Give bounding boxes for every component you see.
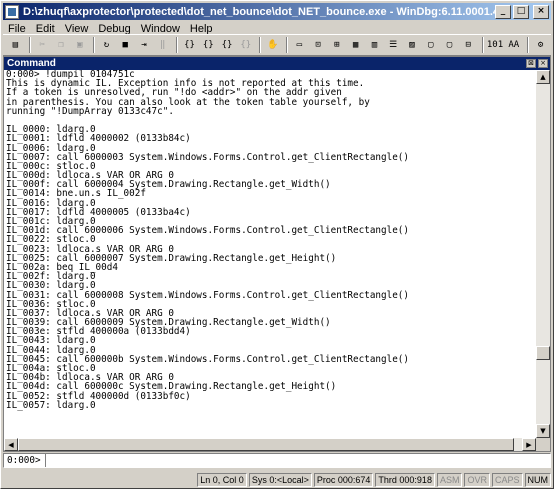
vertical-scroll-thumb[interactable] [536, 346, 550, 360]
toolbar-separator [28, 37, 31, 53]
command-prompt: 0:000> [4, 454, 46, 467]
registers-icon[interactable]: ▦ [347, 36, 364, 54]
font-icon[interactable]: AA [505, 36, 522, 54]
status-proc: Proc 000:674 [313, 473, 374, 487]
horizontal-scrollbar[interactable]: ◀ ▶ [4, 438, 536, 451]
status-ovr: OVR [464, 473, 490, 487]
command-input-row: 0:000> [3, 453, 551, 468]
pane-close-button[interactable]: × [538, 59, 548, 68]
output-line: IL_0057: ldarg.0 [6, 399, 96, 411]
restart-icon[interactable]: ↻ [98, 36, 115, 54]
status-bar: Ln 0, Col 0 Sys 0:<Local> Proc 000:674 T… [3, 472, 551, 488]
status-caps: CAPS [491, 473, 523, 487]
pane-dock-button[interactable]: ⊠ [526, 59, 536, 68]
menu-view[interactable]: View [60, 23, 94, 35]
source-mode-icon[interactable]: ⊟ [460, 36, 477, 54]
menu-debug[interactable]: Debug [93, 23, 135, 35]
step-into-icon[interactable]: {} [181, 36, 198, 54]
stop-debugging-icon[interactable]: ■ [117, 36, 134, 54]
minimize-button[interactable]: _ [495, 4, 511, 19]
scratch-pad-icon[interactable]: ▢ [422, 36, 439, 54]
break-icon[interactable]: ‖ [154, 36, 171, 54]
horizontal-scroll-thumb[interactable] [18, 438, 514, 451]
hand-icon[interactable]: ✋ [264, 36, 281, 54]
scroll-right-arrow[interactable]: ▶ [522, 438, 536, 451]
command-output[interactable]: 0:000> !dumpil 0104751c This is dynamic I… [4, 70, 536, 438]
step-over-icon[interactable]: {} [200, 36, 217, 54]
menu-edit[interactable]: Edit [31, 23, 60, 35]
paste-icon[interactable]: ▣ [71, 36, 88, 54]
run-to-cursor-icon[interactable]: {} [237, 36, 254, 54]
window-title: D:\zhuqf\axprotector\protected\dot_net_b… [23, 5, 495, 18]
windbg-app-icon[interactable] [5, 4, 19, 19]
toolbar: ▤ ✂ ❐ ▣ ↻ ■ ⇥ ‖ {} {} {} {} ✋ ▭ ⊡ ⊞ ▦ ▥ … [3, 34, 551, 56]
hex-display-icon[interactable]: 101 [487, 36, 504, 54]
menu-help[interactable]: Help [185, 23, 218, 35]
locals-icon[interactable]: ⊞ [328, 36, 345, 54]
output-line: running "!DumpArray 0133c47c". [6, 105, 174, 117]
status-asm: ASM [436, 473, 463, 487]
cut-icon[interactable]: ✂ [34, 36, 51, 54]
command-pane: Command ⊠ × 0:000> !dumpil 0104751c This … [3, 56, 551, 452]
scroll-left-arrow[interactable]: ◀ [4, 438, 18, 451]
vertical-scrollbar[interactable]: ▲ ▼ [536, 70, 550, 438]
toolbar-separator [527, 37, 530, 53]
detach-icon[interactable]: ⇥ [136, 36, 153, 54]
watch-icon[interactable]: ⊡ [310, 36, 327, 54]
command-input[interactable] [46, 454, 550, 467]
scroll-up-arrow[interactable]: ▲ [536, 70, 550, 84]
toolbar-separator [481, 37, 484, 53]
step-out-icon[interactable]: {} [219, 36, 236, 54]
open-icon[interactable]: ▤ [7, 36, 24, 54]
options-icon[interactable]: ⚙ [532, 36, 549, 54]
copy-icon[interactable]: ❐ [53, 36, 70, 54]
status-num: NUM [524, 473, 551, 487]
windbg-window: D:\zhuqf\axprotector\protected\dot_net_b… [0, 0, 554, 489]
scroll-down-arrow[interactable]: ▼ [536, 424, 550, 438]
processes-icon[interactable]: ▢ [441, 36, 458, 54]
status-ln-col: Ln 0, Col 0 [197, 473, 247, 487]
status-thrd: Thrd 000:918 [375, 473, 435, 487]
command-pane-header[interactable]: Command ⊠ × [4, 57, 550, 70]
command-pane-title: Command [7, 58, 56, 69]
maximize-button[interactable]: □ [513, 4, 529, 19]
call-stack-icon[interactable]: ☰ [385, 36, 402, 54]
toolbar-separator [259, 37, 262, 53]
disassembly-icon[interactable]: ▨ [404, 36, 421, 54]
toolbar-separator [176, 37, 179, 53]
scrollbar-corner [536, 438, 550, 451]
menu-window[interactable]: Window [136, 23, 185, 35]
command-window-icon[interactable]: ▭ [291, 36, 308, 54]
close-button[interactable]: × [533, 4, 549, 19]
menu-file[interactable]: File [3, 23, 31, 35]
toolbar-separator [285, 37, 288, 53]
toolbar-separator [93, 37, 96, 53]
status-sys: Sys 0:<Local> [248, 473, 312, 487]
memory-icon[interactable]: ▥ [366, 36, 383, 54]
title-bar[interactable]: D:\zhuqf\axprotector\protected\dot_net_b… [3, 3, 551, 20]
